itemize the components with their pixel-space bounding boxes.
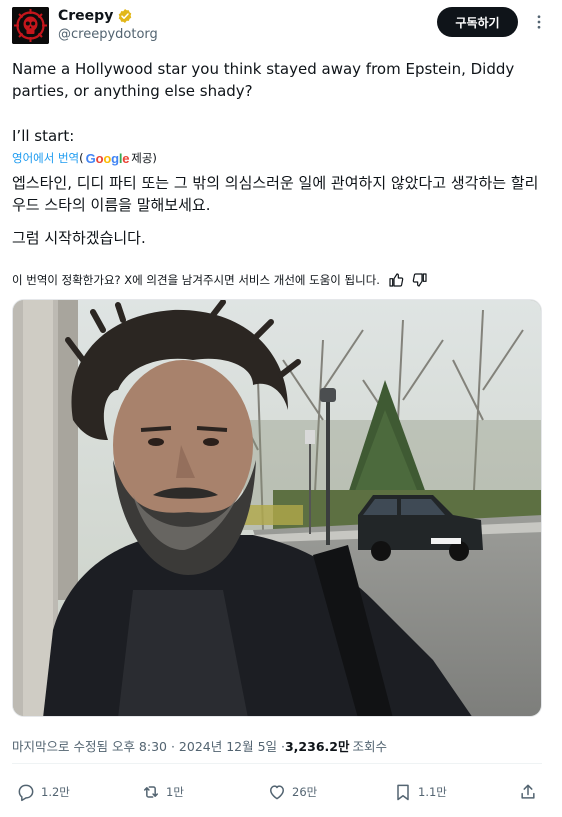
share-button[interactable] xyxy=(518,778,538,806)
divider xyxy=(12,763,542,764)
author-avatar[interactable] xyxy=(12,7,49,44)
bookmark-count: 1.1만 xyxy=(418,785,447,799)
translation-provider: ( Google 제공) xyxy=(79,150,157,166)
share-icon xyxy=(521,784,535,799)
like-button[interactable]: 26만 xyxy=(267,778,317,806)
bookmark-icon xyxy=(397,784,409,801)
paren-open: ( xyxy=(79,151,84,165)
thumbs-up-icon[interactable] xyxy=(388,272,404,288)
name-row: Creepy xyxy=(58,8,133,24)
translated-text-continued: 그럼 시작하겠습니다. xyxy=(12,229,146,247)
tweet-text-continued: I’ll start: xyxy=(12,127,75,145)
translated-from-link[interactable]: 영어에서 번역 xyxy=(12,150,79,166)
tweet-photo[interactable] xyxy=(12,299,542,717)
translation-attribution: 영어에서 번역 ( Google 제공) xyxy=(12,150,157,166)
reply-icon xyxy=(18,784,34,802)
provided-label: 제공) xyxy=(131,151,157,165)
tweet-header: Creepy @creepydotorg 구독하기 xyxy=(12,6,550,50)
bookmark-button[interactable]: 1.1만 xyxy=(393,778,447,806)
views-count: 3,236.2만 xyxy=(284,739,350,754)
tweet-meta: 마지막으로 수정됨 오후 8:30 · 2024년 12월 5일 · 3,236… xyxy=(12,736,387,755)
translated-text: 엡스타인, 디디 파티 또는 그 밖의 의심스러운 일에 관여하지 않았다고 생… xyxy=(12,174,539,214)
verified-badge-icon[interactable] xyxy=(117,8,133,24)
more-options-icon[interactable] xyxy=(530,13,548,31)
author-handle[interactable]: @creepydotorg xyxy=(58,27,158,42)
retweet-count: 1만 xyxy=(166,785,184,799)
retweet-icon xyxy=(144,786,158,798)
views-label: 조회수 xyxy=(352,739,387,754)
timestamp[interactable]: 마지막으로 수정됨 오후 8:30 · 2024년 12월 5일 · xyxy=(12,736,285,755)
reply-button[interactable]: 1.2만 xyxy=(16,778,70,806)
subscribe-button[interactable]: 구독하기 xyxy=(437,7,518,37)
heart-icon xyxy=(270,785,284,800)
author-display-name[interactable]: Creepy xyxy=(58,8,113,24)
like-count: 26만 xyxy=(292,785,318,799)
reply-count: 1.2만 xyxy=(41,785,70,799)
tweet-text: Name a Hollywood star you think stayed a… xyxy=(12,60,515,100)
man-portrait-image xyxy=(13,300,541,716)
thumbs-down-icon[interactable] xyxy=(412,272,428,288)
feedback-question: 이 번역이 정확한가요? X에 의견을 남겨주시면 서비스 개선에 도움이 됩니… xyxy=(12,273,380,287)
translation-feedback: 이 번역이 정확한가요? X에 의견을 남겨주시면 서비스 개선에 도움이 됩니… xyxy=(12,270,428,290)
skull-logo-icon xyxy=(12,7,49,44)
action-bar: 1.2만 1만 26만 1.1만 xyxy=(12,778,542,806)
google-logo: Google xyxy=(85,150,130,166)
retweet-button[interactable]: 1만 xyxy=(141,778,184,806)
